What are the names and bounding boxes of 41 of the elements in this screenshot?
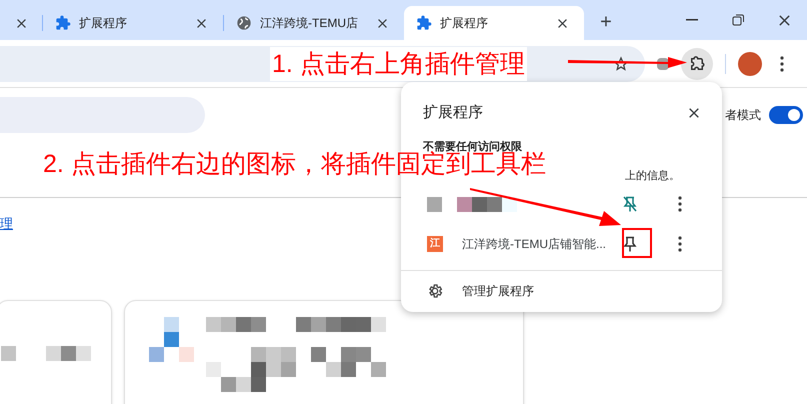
tab-title: 江洋跨境-TEMU店: [260, 15, 359, 32]
section-heading: 不需要任何访问权限: [423, 140, 522, 152]
extension-item[interactable]: 江 江洋跨境-TEMU店铺智能...: [401, 224, 722, 264]
restore-icon: [732, 14, 744, 26]
extensions-button[interactable]: [681, 48, 713, 80]
browser-tab[interactable]: 扩展程序: [404, 6, 584, 40]
browser-tab[interactable]: 扩展程序: [43, 6, 223, 40]
extension-icon: 江: [427, 236, 443, 252]
puzzle-icon: [688, 54, 706, 72]
new-tab-button[interactable]: +: [592, 8, 620, 36]
close-icon: [16, 18, 26, 28]
more-icon: [780, 56, 784, 72]
popup-title: 扩展程序: [423, 103, 483, 123]
instruction-tooltip: 1. 点击右上角插件管理: [270, 47, 527, 81]
manage-extensions-item[interactable]: 管理扩展程序: [401, 270, 722, 312]
link[interactable]: 理: [0, 216, 13, 231]
minimize-icon: [686, 19, 698, 21]
tab-title: 扩展程序: [79, 15, 128, 32]
browser-tab[interactable]: 江洋跨境-TEMU店: [224, 6, 404, 40]
close-icon: [196, 18, 206, 28]
puzzle-icon: [416, 15, 432, 31]
pixelated-icon: [149, 317, 194, 362]
star-icon: [613, 56, 629, 72]
close-icon: [688, 107, 700, 120]
close-icon: [376, 18, 388, 28]
settings-icon: [427, 283, 443, 300]
section-note: 上的信息。: [625, 169, 680, 184]
avatar[interactable]: [738, 52, 762, 76]
more-icon: [678, 196, 682, 212]
highlight-frame: [622, 228, 652, 258]
pin-icon: [623, 236, 637, 252]
globe-icon: [236, 15, 252, 31]
pin-off-icon: [623, 196, 637, 212]
tab-title: 扩展程序: [440, 15, 489, 32]
close-icon: [556, 18, 568, 28]
close-icon: [778, 14, 790, 26]
more-icon: [678, 236, 682, 252]
toggle-switch[interactable]: [769, 106, 803, 124]
puzzle-icon: [55, 15, 71, 31]
extension-name: 江洋跨境-TEMU店铺智能...: [462, 236, 606, 253]
developer-mode-label: 者模式: [725, 107, 761, 124]
